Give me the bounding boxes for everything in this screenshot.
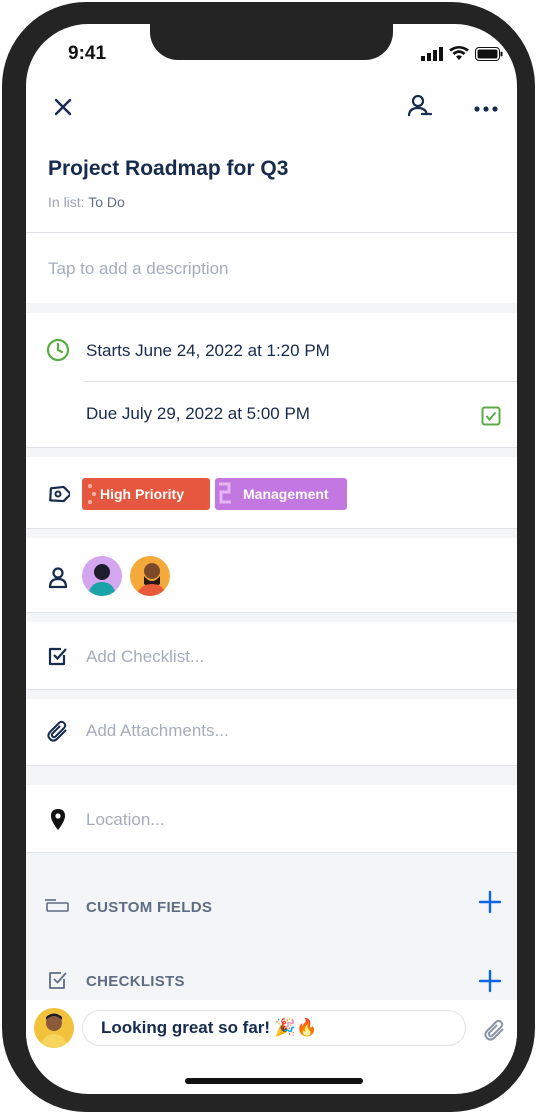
attach-icon[interactable]: [483, 1018, 507, 1047]
in-list-value[interactable]: To Do: [88, 194, 125, 210]
divider: [26, 765, 517, 766]
close-icon: [54, 98, 72, 121]
members-icon: [46, 565, 70, 594]
location-pin-icon: [50, 808, 66, 835]
status-icons: [421, 46, 503, 66]
section-gap: [26, 612, 517, 622]
add-custom-field-button[interactable]: [478, 890, 502, 920]
label-high-priority[interactable]: High Priority: [82, 478, 210, 510]
join-card-button[interactable]: [403, 91, 437, 125]
divider: [26, 528, 517, 529]
person-icon: [407, 93, 433, 124]
label-pattern-icon: [82, 478, 100, 510]
add-checklist-button[interactable]: [478, 969, 502, 999]
battery-icon: [475, 46, 503, 66]
label-pattern-icon: [215, 478, 243, 510]
custom-fields-title: CUSTOM FIELDS: [86, 899, 213, 916]
comment-input[interactable]: Looking great so far! 🎉🔥: [82, 1010, 466, 1046]
checklists-title: CHECKLISTS: [86, 973, 185, 990]
description-field[interactable]: Tap to add a description: [48, 259, 229, 279]
add-attachments-field[interactable]: Add Attachments...: [86, 721, 229, 741]
screen: 9:41 Project Roadmap for Q3 In list: To …: [26, 24, 517, 1094]
divider: [26, 612, 517, 613]
avatar[interactable]: [130, 556, 170, 596]
start-date[interactable]: Starts June 24, 2022 at 1:20 PM: [86, 341, 330, 361]
in-list-info: In list: To Do: [48, 194, 125, 210]
close-button[interactable]: [46, 92, 80, 126]
label-management[interactable]: Management: [215, 478, 347, 510]
due-complete-checkbox-icon[interactable]: [481, 406, 501, 431]
checklist-icon: [48, 646, 68, 671]
wifi-icon: [449, 46, 469, 66]
divider: [84, 381, 517, 382]
label-text: Management: [243, 486, 329, 502]
checklists-icon: [48, 970, 68, 995]
divider: [26, 689, 517, 690]
section-gap: [26, 303, 517, 313]
notch: [150, 24, 393, 60]
in-list-prefix: In list:: [48, 194, 85, 210]
divider: [26, 232, 517, 233]
avatar[interactable]: [82, 556, 122, 596]
location-field[interactable]: Location...: [86, 810, 164, 830]
comment-bar: Looking great so far! 🎉🔥: [26, 1000, 517, 1060]
home-indicator[interactable]: [185, 1078, 363, 1084]
status-time: 9:41: [68, 43, 107, 64]
plus-icon: [478, 967, 502, 1000]
paperclip-icon: [46, 719, 70, 748]
due-date[interactable]: Due July 29, 2022 at 5:00 PM: [86, 404, 310, 424]
plus-icon: [478, 888, 502, 921]
more-horizontal-icon: [474, 99, 498, 117]
section-gap: [26, 528, 517, 538]
signal-icon: [421, 46, 443, 66]
divider: [26, 447, 517, 448]
card-title[interactable]: Project Roadmap for Q3: [48, 157, 288, 181]
current-user-avatar: [34, 1008, 74, 1048]
section-gap: [26, 689, 517, 699]
add-checklist-field[interactable]: Add Checklist...: [86, 647, 204, 667]
section-gap: [26, 447, 517, 457]
clock-icon: [46, 338, 70, 367]
more-options-button[interactable]: [469, 91, 503, 125]
section-gap: [26, 765, 517, 785]
label-text: High Priority: [100, 486, 185, 502]
label-tag-icon: [46, 482, 72, 511]
phone-frame: 9:41 Project Roadmap for Q3 In list: To …: [2, 2, 535, 1112]
custom-fields-icon: [44, 896, 70, 919]
